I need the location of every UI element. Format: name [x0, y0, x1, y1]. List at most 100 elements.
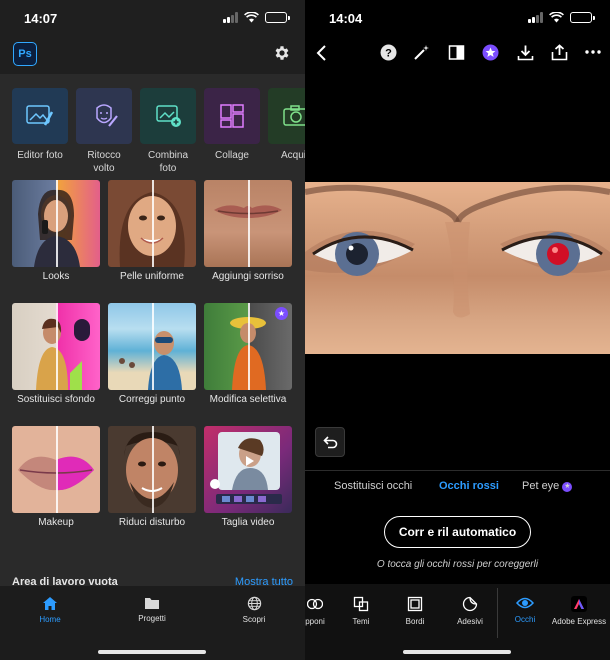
- feature-label: Correggi punto: [118, 394, 186, 405]
- feature-pelle-uniforme[interactable]: Pelle uniforme: [108, 180, 196, 303]
- feature-aggiungi-sorriso[interactable]: Aggiungi sorriso: [204, 180, 292, 303]
- feature-label: Makeup: [38, 517, 74, 528]
- before-after-divider: [152, 426, 154, 513]
- subtab-pet-eye[interactable]: Pet eye ★: [522, 480, 573, 492]
- before-after-divider: [248, 180, 250, 267]
- face-retouch-icon: [96, 104, 118, 127]
- tab-label: Scopri: [242, 615, 266, 624]
- tool-adesivi[interactable]: Adesivi: [446, 596, 494, 626]
- wifi-icon: [244, 12, 259, 23]
- tool-bordi[interactable]: Bordi: [391, 596, 439, 626]
- undo-icon: [322, 435, 337, 448]
- folder-icon: [145, 598, 159, 609]
- borders-icon: [407, 596, 423, 612]
- compare-icon[interactable]: [448, 44, 465, 61]
- auto-correct-button[interactable]: Corr e ril automatico: [384, 516, 531, 548]
- subtab-label: Pet eye: [522, 480, 560, 492]
- magic-wand-icon[interactable]: [413, 44, 430, 61]
- feature-thumbnail: [108, 180, 196, 267]
- premium-star-icon[interactable]: [482, 44, 499, 61]
- toolbar-separator: [497, 588, 498, 638]
- undo-button[interactable]: [315, 427, 345, 457]
- workarea-header: Area di lavoro vuota Mostra tutto: [12, 576, 293, 586]
- home-screen: 14:07 Ps Editor foto Ritocco volto Combi…: [0, 0, 305, 660]
- tool-tile: [140, 88, 196, 144]
- adobe-express-icon: [571, 596, 587, 612]
- tool-label: Ritocco volto: [87, 150, 121, 174]
- tool-tile: [268, 88, 305, 144]
- feature-label: Looks: [42, 271, 70, 282]
- subtab-sostituisci-occhi[interactable]: Sostituisci occhi: [334, 480, 412, 492]
- home-content: Editor foto Ritocco volto Combina foto C…: [0, 74, 305, 586]
- back-icon[interactable]: [315, 44, 327, 62]
- share-icon[interactable]: [551, 44, 568, 61]
- before-after-divider: [248, 303, 250, 390]
- tool-label: Adobe Express: [551, 617, 607, 626]
- collage-icon: [220, 104, 244, 128]
- feature-looks[interactable]: Looks: [12, 180, 100, 303]
- hint-text: O tocca gli occhi rossi per coreggerli: [376, 559, 539, 570]
- tab-scopri[interactable]: Scopri: [219, 596, 289, 624]
- tool-label: Temi: [352, 617, 370, 626]
- help-icon[interactable]: ?: [380, 44, 397, 61]
- tab-progetti[interactable]: Progetti: [117, 596, 187, 623]
- feature-thumbnail: ★: [204, 303, 292, 390]
- signal-icon: [528, 12, 543, 23]
- before-after-divider: [56, 426, 58, 513]
- bottom-tab-bar: Home Progetti Scopri: [0, 586, 305, 660]
- tool-tile: [12, 88, 68, 144]
- home-indicator[interactable]: [403, 650, 511, 654]
- feature-label: Pelle uniforme: [120, 271, 184, 282]
- tool-label: Editor foto: [17, 150, 63, 161]
- tool-sovrapponi[interactable]: pponi: [305, 596, 339, 626]
- tab-label: Home: [39, 615, 61, 624]
- tool-occhi[interactable]: Occhi: [501, 596, 549, 624]
- feature-thumbnail: [108, 303, 196, 390]
- tab-home[interactable]: Home: [15, 596, 85, 624]
- editor-toolbar: ?: [305, 36, 610, 70]
- tool-collage[interactable]: Collage: [204, 88, 260, 175]
- tool-label: Acquis: [280, 150, 305, 161]
- tool-ritocco-volto[interactable]: Ritocco volto: [76, 88, 132, 175]
- feature-thumbnail: [12, 426, 100, 513]
- status-icons: [528, 12, 595, 23]
- feature-correggi-punto[interactable]: Correggi punto: [108, 303, 196, 426]
- tool-tile: [204, 88, 260, 144]
- battery-icon: [570, 12, 595, 23]
- tool-row: Editor foto Ritocco volto Combina foto C…: [0, 74, 305, 175]
- photo-edit-icon: [26, 105, 54, 126]
- eyes-photo: [305, 184, 610, 318]
- photo-canvas[interactable]: [305, 182, 610, 354]
- before-after-divider: [56, 303, 58, 390]
- tool-temi[interactable]: Temi: [337, 596, 385, 626]
- show-all-link[interactable]: Mostra tutto: [235, 576, 293, 586]
- tool-label: Occhi: [514, 615, 536, 624]
- feature-taglia-video[interactable]: Taglia video: [204, 426, 292, 549]
- tool-adobe-express[interactable]: Adobe Express: [551, 596, 607, 626]
- subtab-occhi-rossi[interactable]: Occhi rossi: [439, 480, 499, 492]
- tool-combina-foto[interactable]: Combina foto: [140, 88, 196, 175]
- editor-screen: 14:04 ? Sostituisci occhi Occhi rossi Pe…: [305, 0, 610, 660]
- feature-modifica-selettiva[interactable]: ★ Modifica selettiva: [204, 303, 292, 426]
- download-icon[interactable]: [517, 44, 534, 61]
- before-after-divider: [152, 180, 154, 267]
- camera-icon: [283, 105, 305, 126]
- feature-sostituisci-sfondo[interactable]: Sostituisci sfondo: [12, 303, 100, 426]
- feature-makeup[interactable]: Makeup: [12, 426, 100, 549]
- feature-thumbnail: [12, 180, 100, 267]
- svg-text:?: ?: [385, 48, 392, 60]
- feature-thumbnail: [108, 426, 196, 513]
- eye-mode-tabs: Sostituisci occhi Occhi rossi Pet eye ★: [305, 480, 610, 494]
- feature-label: Aggiungi sorriso: [212, 271, 284, 282]
- premium-star-icon: ★: [275, 307, 288, 320]
- tool-acquisisci[interactable]: Acquis: [268, 88, 305, 175]
- tab-label: Progetti: [138, 614, 166, 623]
- tool-label: pponi: [305, 617, 325, 626]
- feature-riduci-disturbo[interactable]: Riduci disturbo: [108, 426, 196, 549]
- home-indicator[interactable]: [98, 650, 206, 654]
- tool-editor-foto[interactable]: Editor foto: [12, 88, 68, 175]
- signal-icon: [223, 12, 238, 23]
- app-header: Ps: [0, 36, 305, 74]
- more-icon[interactable]: [585, 50, 601, 54]
- gear-icon[interactable]: [273, 44, 291, 62]
